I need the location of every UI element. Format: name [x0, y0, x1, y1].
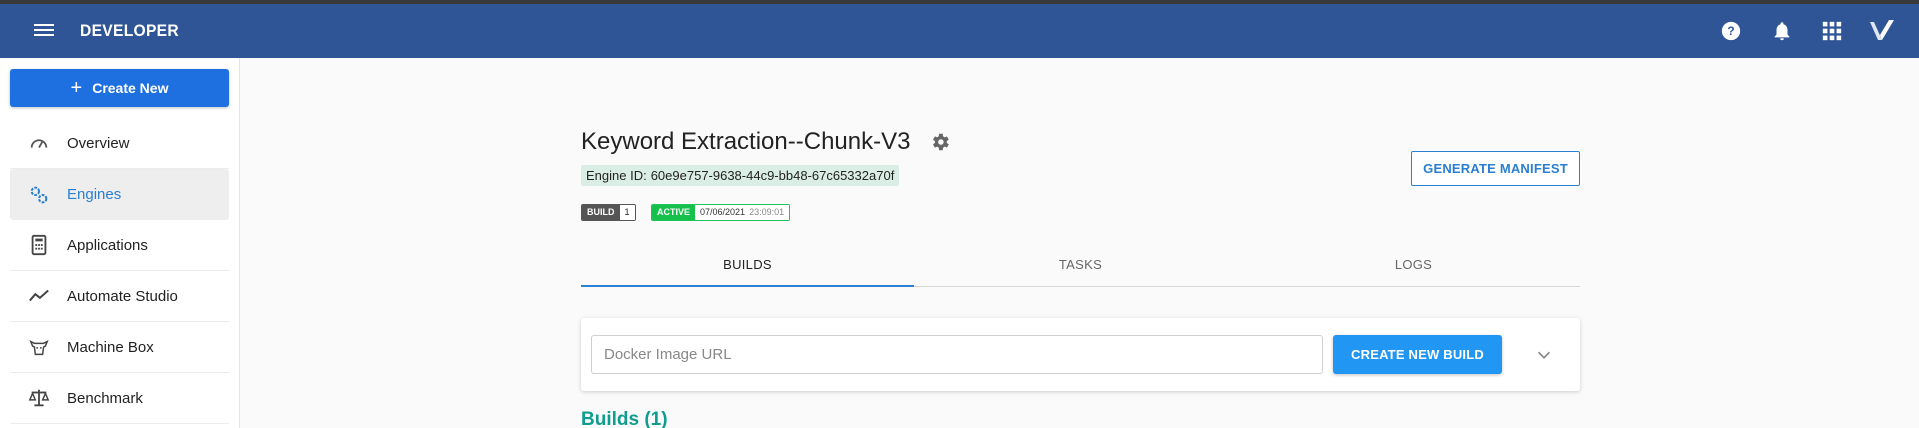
sidebar-item-label: Benchmark	[67, 389, 143, 407]
chevron-down-icon[interactable]	[1533, 344, 1555, 366]
build-badge-value: 1	[619, 205, 635, 220]
tab-logs[interactable]: LOGS	[1247, 243, 1580, 286]
tab-builds[interactable]: BUILDS	[581, 243, 914, 287]
build-badge: BUILD 1	[581, 204, 636, 221]
sidebar-item-automate-studio[interactable]: Automate Studio	[10, 271, 229, 322]
engine-id-value: 60e9e757-9638-44c9-bb48-67c65332a70f	[650, 168, 895, 183]
tab-bar: BUILDS TASKS LOGS	[581, 243, 1580, 287]
gear-icon[interactable]	[929, 131, 951, 153]
bell-icon[interactable]	[1771, 20, 1793, 42]
gears-icon	[28, 184, 50, 206]
menu-icon[interactable]	[32, 22, 56, 40]
build-badge-label: BUILD	[582, 205, 620, 220]
page-title: Keyword Extraction--Chunk-V3	[581, 128, 911, 155]
engine-id: Engine ID: 60e9e757-9638-44c9-bb48-67c65…	[581, 165, 900, 186]
scale-icon	[28, 387, 50, 409]
apps-grid-icon[interactable]	[1821, 20, 1843, 42]
sidebar-item-label: Automate Studio	[67, 287, 178, 305]
status-badge: ACTIVE 07/06/2021 23:09:01	[651, 204, 791, 221]
create-new-label: Create New	[92, 80, 169, 96]
status-badge-time: 23:09:01	[749, 205, 790, 220]
create-new-button[interactable]: + Create New	[10, 69, 229, 107]
app-bar: DEVELOPER ?	[0, 4, 1919, 58]
sidebar-item-label: Applications	[67, 236, 148, 254]
generate-manifest-button[interactable]: GENERATE MANIFEST	[1411, 151, 1580, 186]
builds-heading: Builds (1)	[581, 409, 668, 428]
sidebar-item-benchmark[interactable]: Benchmark	[10, 373, 229, 424]
engine-id-label: Engine ID:	[586, 168, 647, 183]
create-new-build-button[interactable]: CREATE NEW BUILD	[1333, 335, 1502, 374]
gauge-icon	[28, 132, 50, 154]
sidebar-item-machine-box[interactable]: Machine Box	[10, 322, 229, 373]
sidebar-item-label: Engines	[67, 186, 122, 203]
calculator-icon	[28, 234, 50, 256]
plus-icon: +	[70, 77, 83, 99]
sidebar-item-overview[interactable]: Overview	[10, 118, 229, 169]
sidebar-item-label: Overview	[67, 134, 130, 152]
sidebar: + Create New Overview Engines Applicatio…	[0, 58, 240, 428]
svg-text:?: ?	[1727, 24, 1734, 38]
sidebar-item-engines[interactable]: Engines	[10, 169, 229, 220]
status-badge-label: ACTIVE	[652, 205, 696, 220]
tab-tasks[interactable]: TASKS	[914, 243, 1247, 286]
app-title: DEVELOPER	[80, 21, 179, 40]
sidebar-item-applications[interactable]: Applications	[10, 220, 229, 271]
status-badge-date: 07/06/2021	[695, 205, 750, 220]
sidebar-item-label: Machine Box	[67, 338, 154, 356]
help-icon[interactable]: ?	[1720, 20, 1742, 42]
docker-image-url-input[interactable]	[591, 335, 1323, 374]
trend-line-icon	[28, 285, 50, 307]
cow-icon	[28, 336, 50, 358]
new-build-card: CREATE NEW BUILD	[581, 318, 1580, 391]
veritone-logo-icon[interactable]	[1868, 18, 1896, 44]
